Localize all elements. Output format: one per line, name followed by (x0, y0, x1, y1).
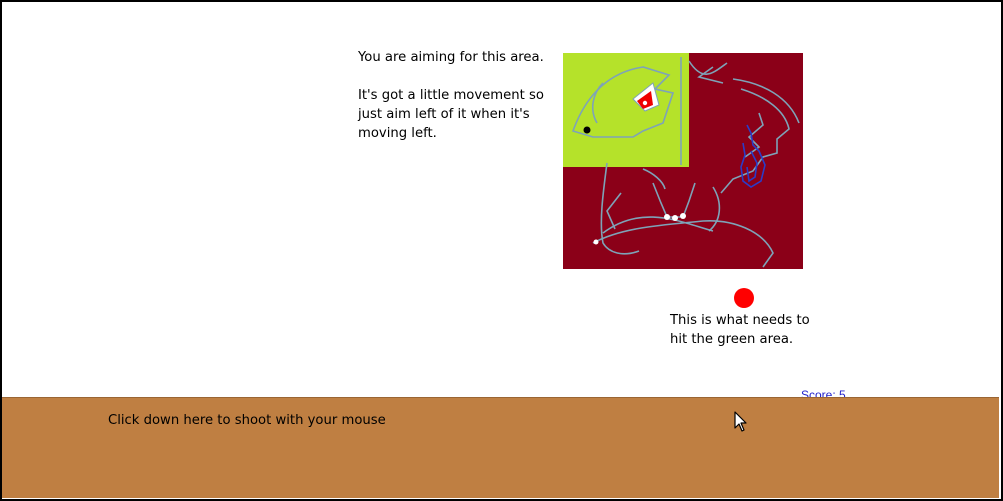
aim-instructions: You are aiming for this area. It's got a… (358, 50, 544, 141)
projectile-ball (734, 288, 754, 308)
shoot-click-area[interactable]: Click down here to shoot with your mouse (2, 397, 999, 498)
shoot-instruction-label: Click down here to shoot with your mouse (108, 413, 386, 428)
ball-caption: This is what needs to hit the green area… (670, 313, 810, 347)
dragon-head-target-icon (563, 53, 803, 269)
mouse-pointer-icon (734, 411, 747, 432)
